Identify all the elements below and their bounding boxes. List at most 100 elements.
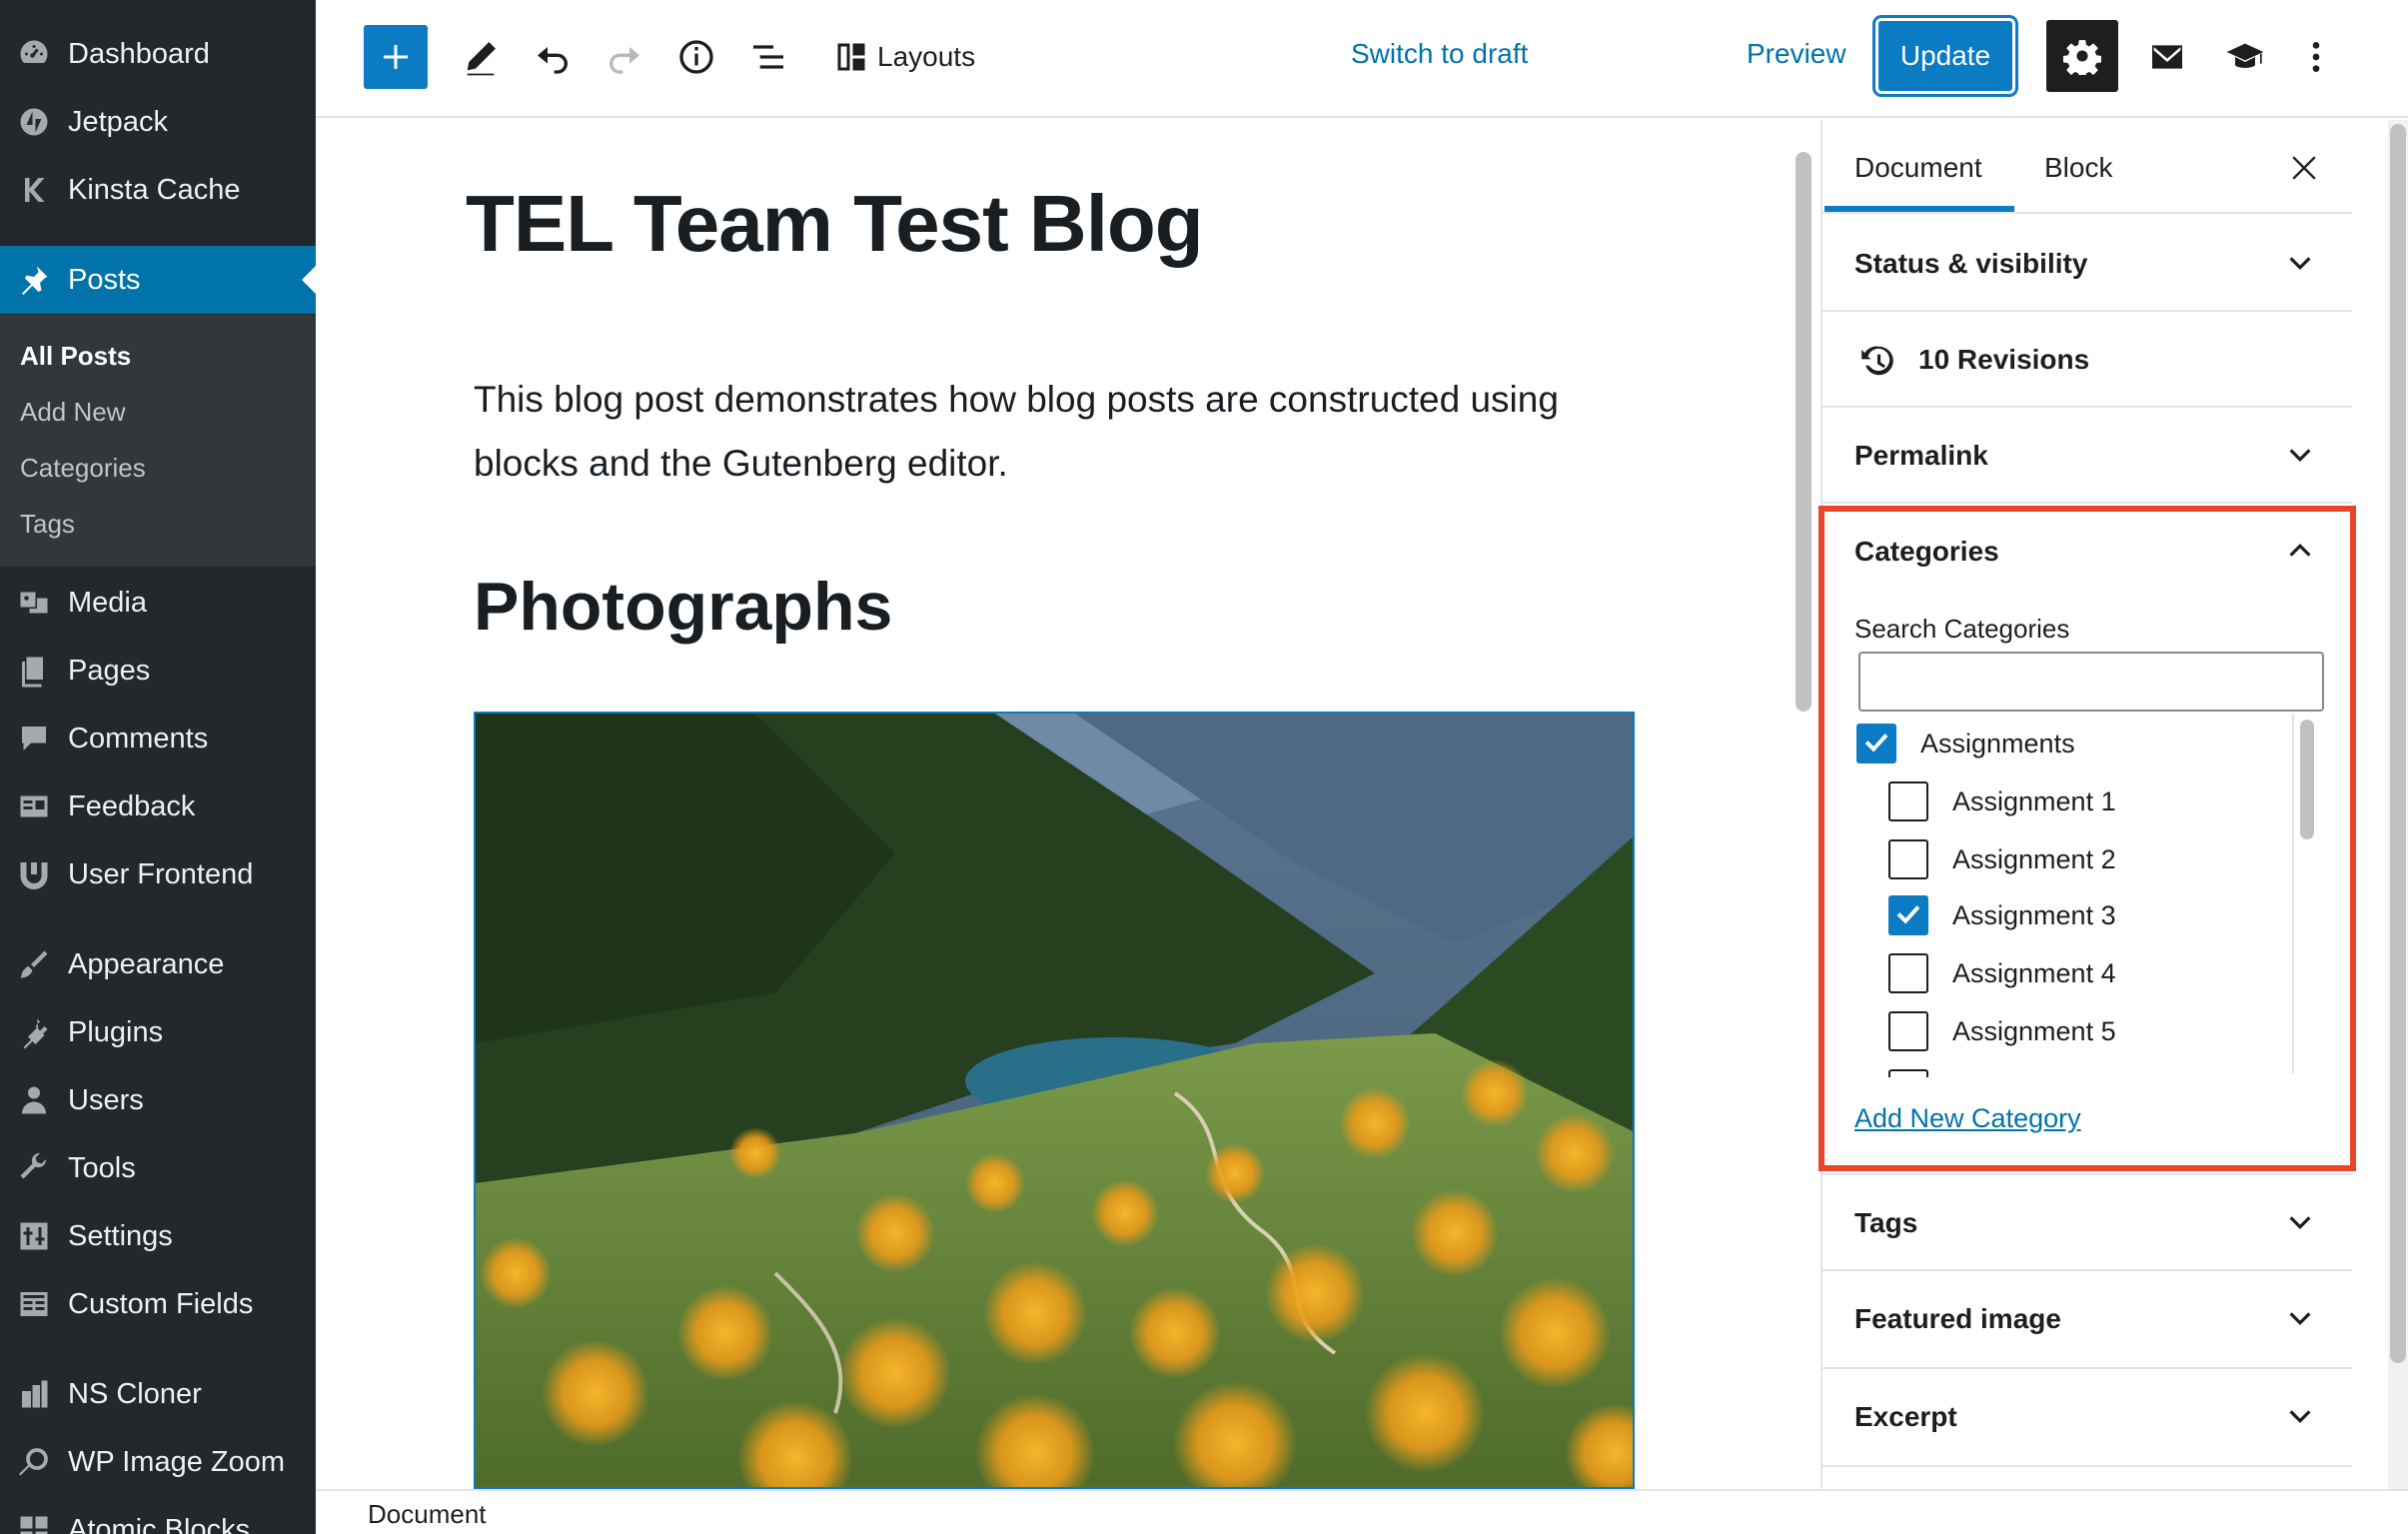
revisions-history-icon: [1861, 346, 1893, 376]
menu-item-atomic-blocks[interactable]: Atomic Blocks: [0, 1496, 316, 1534]
preview-button[interactable]: Preview: [1747, 38, 1846, 70]
editor-toolbar: Layouts Switch to draft Preview Update: [316, 0, 2408, 118]
menu-label: Feedback: [68, 789, 196, 822]
menu-label: Comments: [68, 722, 209, 755]
post-title[interactable]: TEL Team Test Blog: [466, 178, 1204, 270]
menu-item-users[interactable]: Users: [0, 1066, 316, 1134]
revisions-label: 10 Revisions: [1918, 344, 2090, 375]
menu-label: Posts: [68, 263, 141, 296]
submenu-categories[interactable]: Categories: [20, 453, 146, 484]
block-navigation-button[interactable]: [743, 32, 793, 82]
chevron-down-icon: [2289, 257, 2311, 270]
menu-label: Pages: [68, 654, 151, 687]
panel-revisions[interactable]: 10 Revisions: [1822, 312, 2352, 408]
menu-item-comments[interactable]: Comments: [0, 705, 316, 772]
categories-highlight-box: [1818, 506, 2356, 1171]
custom-fields-icon: [0, 1270, 68, 1338]
sidebar-tabs: Document Block: [1822, 120, 2352, 214]
posts-submenu: All Posts Add New Categories Tags: [0, 315, 316, 567]
panel-excerpt[interactable]: Excerpt: [1822, 1369, 2352, 1467]
menu-item-dashboard[interactable]: Dashboard: [0, 20, 316, 88]
breadcrumb-document[interactable]: Document: [368, 1499, 487, 1530]
more-options-button[interactable]: [2296, 32, 2336, 82]
menu-label: Jetpack: [68, 105, 168, 138]
layouts-icon: [837, 43, 865, 71]
tools-edit-button[interactable]: [456, 32, 506, 82]
menu-item-plugins[interactable]: Plugins: [0, 998, 316, 1066]
menu-item-posts[interactable]: Posts: [0, 246, 316, 314]
pin-icon: [0, 246, 68, 314]
editor-scrollbar[interactable]: [1796, 152, 1811, 712]
landscape-photo: [476, 714, 1633, 1487]
menu-label: Settings: [68, 1219, 173, 1252]
info-icon: [679, 40, 713, 74]
tab-block[interactable]: Block: [2044, 152, 2112, 184]
undo-icon: [538, 47, 568, 74]
menu-item-tools[interactable]: Tools: [0, 1134, 316, 1202]
menu-item-settings[interactable]: Settings: [0, 1202, 316, 1270]
menu-item-kinsta-cache[interactable]: Kinsta Cache: [0, 156, 316, 224]
blocks-icon: [0, 1496, 68, 1534]
paragraph-block[interactable]: This blog post demonstrates how blog pos…: [474, 368, 1593, 496]
panel-title: Tags: [1854, 1207, 1918, 1238]
kinsta-icon: [0, 156, 68, 224]
envelope-icon: [2152, 45, 2182, 69]
undo-button[interactable]: [528, 32, 578, 82]
settings-toggle-button[interactable]: [2046, 20, 2118, 92]
heading-block[interactable]: Photographs: [474, 568, 892, 646]
menu-label: Dashboard: [68, 37, 210, 70]
feedback-icon: [0, 772, 68, 840]
panel-permalink[interactable]: Permalink: [1822, 408, 2352, 504]
menu-label: Media: [68, 586, 147, 619]
pencil-icon: [467, 42, 496, 76]
chevron-down-icon: [2289, 1410, 2311, 1423]
menu-item-ns-cloner[interactable]: NS Cloner: [0, 1360, 316, 1428]
mail-button[interactable]: [2140, 32, 2194, 82]
tab-document[interactable]: Document: [1854, 152, 1982, 184]
submenu-tags[interactable]: Tags: [20, 509, 75, 540]
panel-featured-image[interactable]: Featured image: [1822, 1271, 2352, 1369]
sidebar-gutter: [2352, 120, 2388, 1489]
gear-icon: [2063, 40, 2101, 75]
menu-item-media[interactable]: Media: [0, 569, 316, 637]
jetpack-icon: [0, 88, 68, 156]
panel-status-visibility[interactable]: Status & visibility: [1822, 216, 2352, 312]
menu-label: NS Cloner: [68, 1377, 202, 1410]
switch-to-draft-button[interactable]: Switch to draft: [1351, 38, 1528, 70]
info-button[interactable]: [671, 32, 721, 82]
submenu-all-posts[interactable]: All Posts: [20, 341, 131, 372]
layouts-button[interactable]: Layouts: [833, 30, 983, 84]
cloner-icon: [0, 1360, 68, 1428]
chevron-down-icon: [2289, 1312, 2311, 1325]
menu-item-appearance[interactable]: Appearance: [0, 930, 316, 998]
submenu-add-new[interactable]: Add New: [20, 397, 126, 428]
menu-item-user-frontend[interactable]: User Frontend: [0, 840, 316, 908]
menu-label: Appearance: [68, 947, 225, 980]
menu-label: User Frontend: [68, 857, 254, 890]
pages-icon: [0, 637, 68, 705]
redo-button[interactable]: [600, 32, 649, 82]
chevron-down-icon: [2289, 1216, 2311, 1229]
menu-item-custom-fields[interactable]: Custom Fields: [0, 1270, 316, 1338]
close-icon: [2292, 156, 2316, 180]
sidebar-scrollbar[interactable]: [2390, 124, 2406, 1363]
panel-title: Permalink: [1854, 440, 1988, 471]
vertical-ellipsis-icon: [2312, 42, 2320, 72]
menu-item-pages[interactable]: Pages: [0, 637, 316, 705]
menu-label: Tools: [68, 1151, 136, 1184]
menu-item-jetpack[interactable]: Jetpack: [0, 88, 316, 156]
user-frontend-icon: [0, 840, 68, 908]
close-sidebar-button[interactable]: [2284, 148, 2324, 188]
active-tab-indicator: [1824, 206, 2014, 212]
panel-tags[interactable]: Tags: [1822, 1173, 2352, 1271]
menu-item-wp-image-zoom[interactable]: WP Image Zoom: [0, 1428, 316, 1496]
tools-icon: [0, 1134, 68, 1202]
plus-icon: [384, 45, 408, 69]
dashboard-icon: [0, 20, 68, 88]
menu-item-feedback[interactable]: Feedback: [0, 772, 316, 840]
image-block[interactable]: [474, 712, 1635, 1489]
panel-title: Featured image: [1854, 1303, 2061, 1334]
update-button[interactable]: Update: [1872, 15, 2018, 97]
learn-button[interactable]: [2218, 32, 2272, 82]
add-block-button[interactable]: [364, 25, 428, 89]
